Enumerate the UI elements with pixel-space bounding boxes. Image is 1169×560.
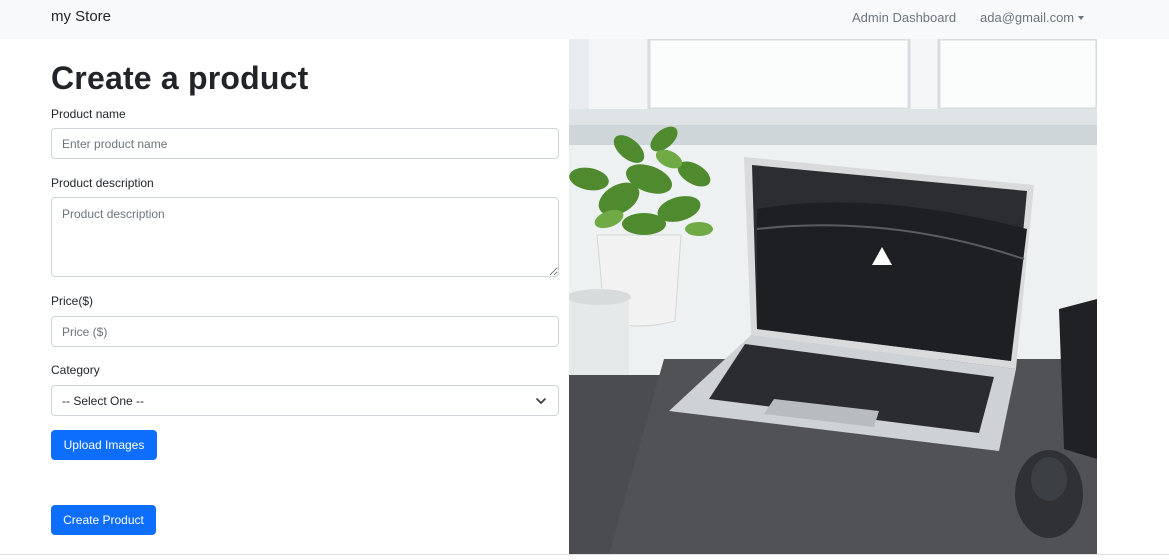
hero-image xyxy=(569,39,1097,554)
nav-admin-dashboard-link[interactable]: Admin Dashboard xyxy=(852,10,956,25)
price-input[interactable] xyxy=(51,316,559,347)
price-label: Price($) xyxy=(51,294,94,308)
chevron-down-icon xyxy=(536,398,546,404)
category-select[interactable]: -- Select One -- xyxy=(51,385,559,416)
product-name-input[interactable] xyxy=(51,128,559,159)
upload-images-button[interactable]: Upload Images xyxy=(51,430,157,460)
top-navbar: my Store Admin Dashboard ada@gmail.com xyxy=(0,0,1169,39)
laptop-desk-photo xyxy=(569,39,1097,554)
create-product-button[interactable]: Create Product xyxy=(51,505,156,535)
product-name-label: Product name xyxy=(51,107,126,121)
product-description-label: Product description xyxy=(51,176,154,190)
user-email: ada@gmail.com xyxy=(980,10,1075,25)
footer-divider xyxy=(0,554,1169,555)
page-title: Create a product xyxy=(51,60,309,96)
product-description-textarea[interactable] xyxy=(51,197,559,277)
caret-down-icon xyxy=(1078,16,1085,20)
category-selected-value: -- Select One -- xyxy=(62,393,145,408)
user-menu-dropdown[interactable]: ada@gmail.com xyxy=(980,10,1085,25)
category-label: Category xyxy=(51,363,100,377)
brand-link[interactable]: my Store xyxy=(51,8,111,25)
